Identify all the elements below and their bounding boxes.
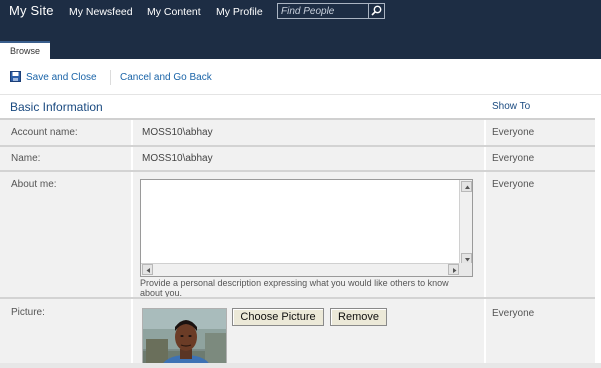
picture-label: Picture:	[11, 307, 45, 318]
scroll-right-button[interactable]	[448, 264, 459, 275]
ribbon: Save and Close Cancel and Go Back	[0, 59, 601, 95]
picture-row: Picture: Choose Picture Remove Everyone	[0, 299, 595, 363]
search-icon	[371, 5, 382, 16]
name-value: MOSS10\abhay	[142, 153, 213, 164]
arrow-down-icon	[465, 258, 470, 262]
scroll-left-button[interactable]	[142, 264, 153, 275]
account-name-value: MOSS10\abhay	[142, 127, 213, 138]
about-me-hint: Provide a personal description expressin…	[140, 278, 449, 298]
show-to-header: Show To	[492, 101, 531, 112]
nav-my-profile[interactable]: My Profile	[216, 6, 263, 18]
profile-photo	[142, 308, 227, 363]
vertical-scrollbar[interactable]	[459, 180, 472, 265]
about-me-show-to: Everyone	[492, 179, 535, 190]
account-name-label: Account name:	[11, 127, 78, 138]
scroll-up-button[interactable]	[461, 181, 472, 192]
tab-browse[interactable]: Browse	[0, 41, 50, 59]
save-icon	[10, 71, 21, 82]
save-and-close-button[interactable]: Save and Close	[26, 72, 97, 83]
nav-my-content[interactable]: My Content	[147, 6, 201, 18]
arrow-up-icon	[465, 185, 470, 189]
choose-picture-button[interactable]: Choose Picture	[232, 308, 324, 326]
about-me-label: About me:	[11, 179, 57, 190]
account-name-show-to: Everyone	[492, 127, 535, 138]
about-me-textarea[interactable]	[140, 179, 473, 277]
search-box	[277, 3, 385, 19]
name-label: Name:	[11, 153, 41, 164]
account-name-row: Account name: MOSS10\abhay Everyone	[0, 120, 595, 145]
cancel-and-go-back-button[interactable]: Cancel and Go Back	[120, 72, 212, 83]
about-me-row: About me: Provide a personal description…	[0, 172, 595, 298]
search-input[interactable]	[279, 4, 368, 18]
remove-picture-button[interactable]: Remove	[330, 308, 387, 326]
nav-my-newsfeed[interactable]: My Newsfeed	[69, 6, 133, 18]
name-row: Name: MOSS10\abhay Everyone	[0, 147, 595, 170]
horizontal-scrollbar[interactable]	[141, 263, 460, 276]
search-button[interactable]	[368, 4, 384, 18]
ribbon-separator	[110, 70, 111, 85]
arrow-left-icon	[146, 268, 150, 273]
section-title: Basic Information	[10, 100, 103, 114]
site-title[interactable]: My Site	[9, 3, 54, 18]
arrow-right-icon	[453, 268, 457, 273]
picture-show-to: Everyone	[492, 308, 535, 319]
top-bar: My Site My Newsfeed My Content My Profil…	[0, 0, 601, 59]
scrollbar-corner	[459, 263, 472, 276]
person-photo-image	[143, 309, 226, 363]
name-show-to: Everyone	[492, 153, 535, 164]
bottom-edge	[0, 363, 601, 368]
